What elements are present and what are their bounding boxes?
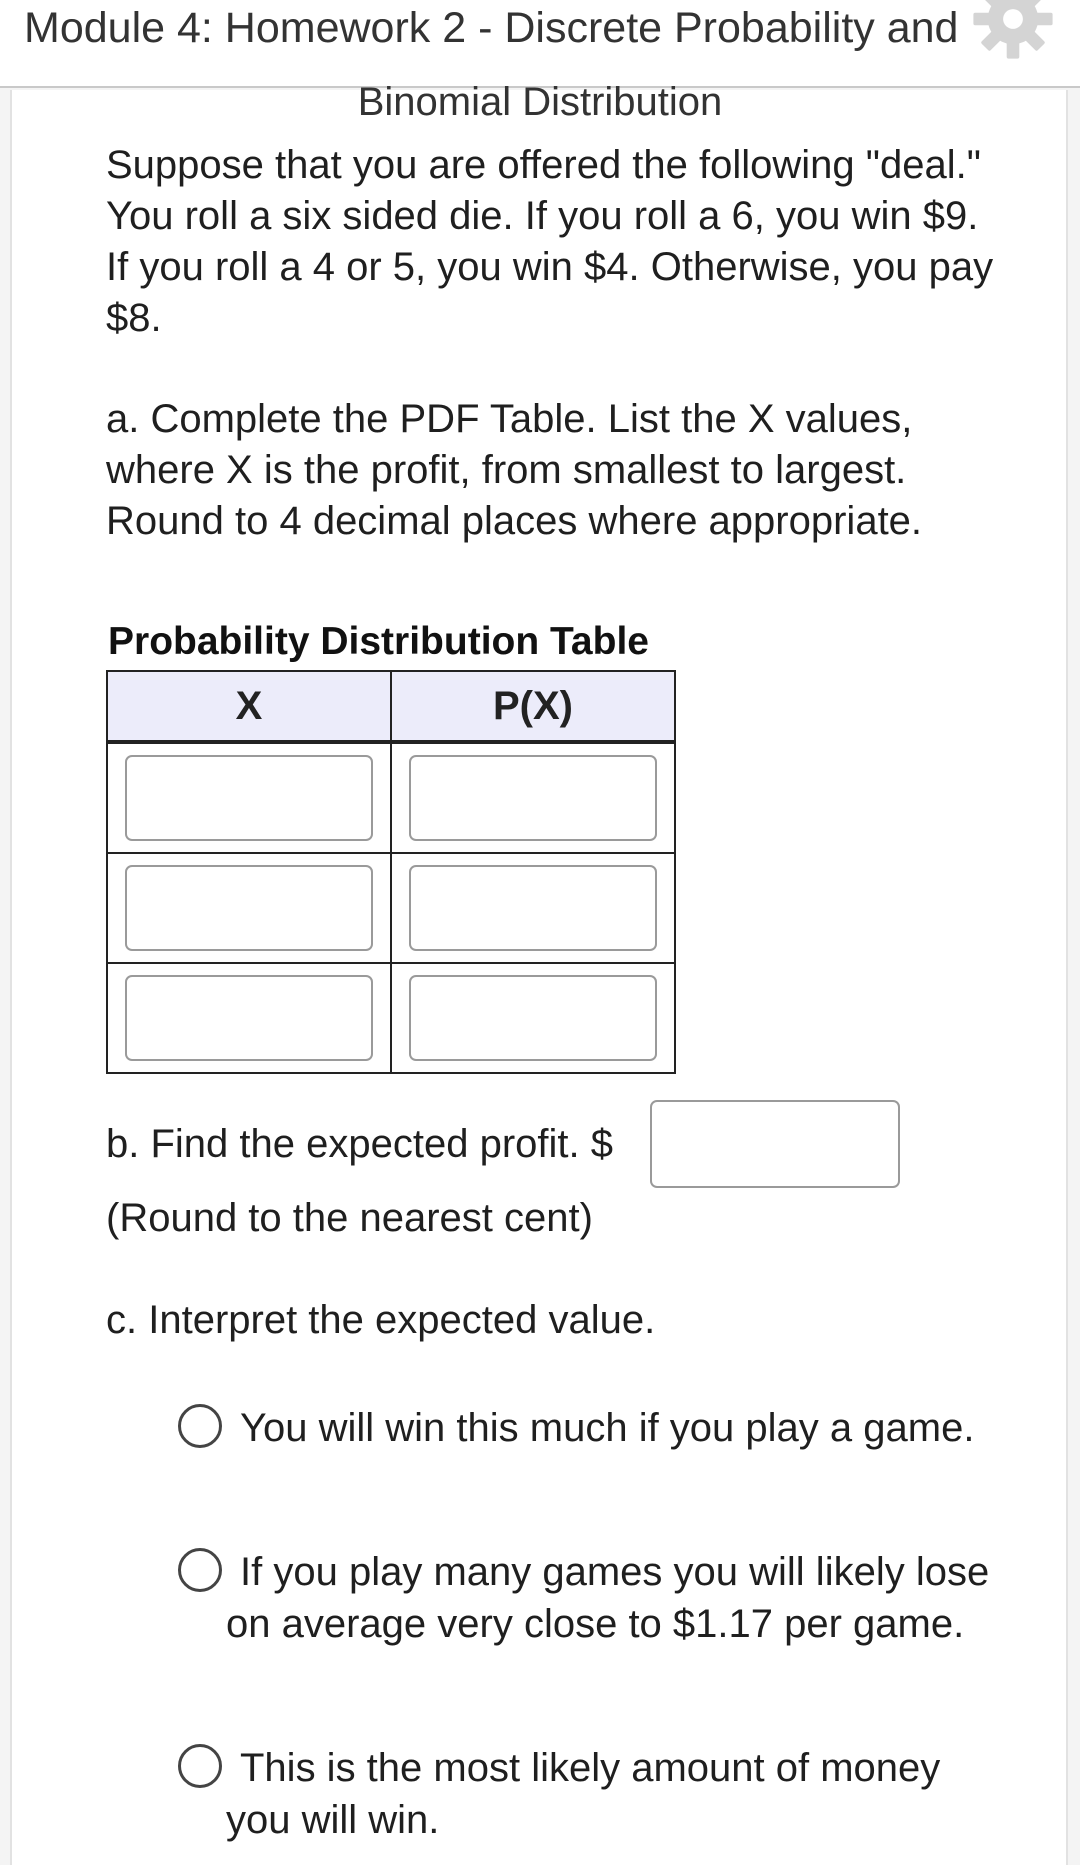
table-cell-x (106, 741, 392, 854)
part-a-instructions: a. Complete the PDF Table. List the X va… (106, 397, 923, 543)
table-cell-x (106, 852, 392, 964)
header-bar: Module 4: Homework 2 - Discrete Probabil… (0, 0, 1080, 88)
table-cell-px (390, 852, 676, 964)
radio-button[interactable] (178, 1404, 222, 1448)
part-b-rounding-note: (Round to the nearest cent) (106, 1196, 593, 1240)
question-intro: Suppose that you are offered the followi… (106, 143, 994, 340)
table-row (106, 852, 676, 964)
table-row (106, 741, 676, 854)
px-value-input-3[interactable] (409, 975, 657, 1061)
radio-button[interactable] (178, 1548, 222, 1592)
px-value-input-1[interactable] (409, 755, 657, 841)
page-title: Module 4: Homework 2 - Discrete Probabil… (24, 4, 959, 52)
column-header-px: P(X) (390, 670, 676, 744)
x-value-input-3[interactable] (125, 975, 373, 1061)
page-subtitle: Binomial Distribution (357, 80, 723, 124)
part-c-label: c. Interpret the expected value. (106, 1298, 656, 1342)
probability-distribution-table: X P(X) (106, 670, 676, 1074)
x-value-input-2[interactable] (125, 865, 373, 951)
option-label: You will win this much if you play a gam… (240, 1406, 975, 1450)
gear-icon[interactable] (968, 0, 1058, 64)
expected-profit-input[interactable] (650, 1100, 900, 1188)
option-label: If you play many games you will likely l… (226, 1550, 990, 1646)
radio-button[interactable] (178, 1744, 222, 1788)
column-header-x: X (106, 670, 392, 744)
table-cell-x (106, 962, 392, 1074)
table-cell-px (390, 962, 676, 1074)
table-row (106, 962, 676, 1074)
table-cell-px (390, 741, 676, 854)
x-value-input-1[interactable] (125, 755, 373, 841)
option-label: This is the most likely amount of money … (226, 1746, 941, 1842)
px-value-input-2[interactable] (409, 865, 657, 951)
part-b-label: b. Find the expected profit. $ (106, 1122, 613, 1166)
table-caption: Probability Distribution Table (108, 620, 649, 663)
